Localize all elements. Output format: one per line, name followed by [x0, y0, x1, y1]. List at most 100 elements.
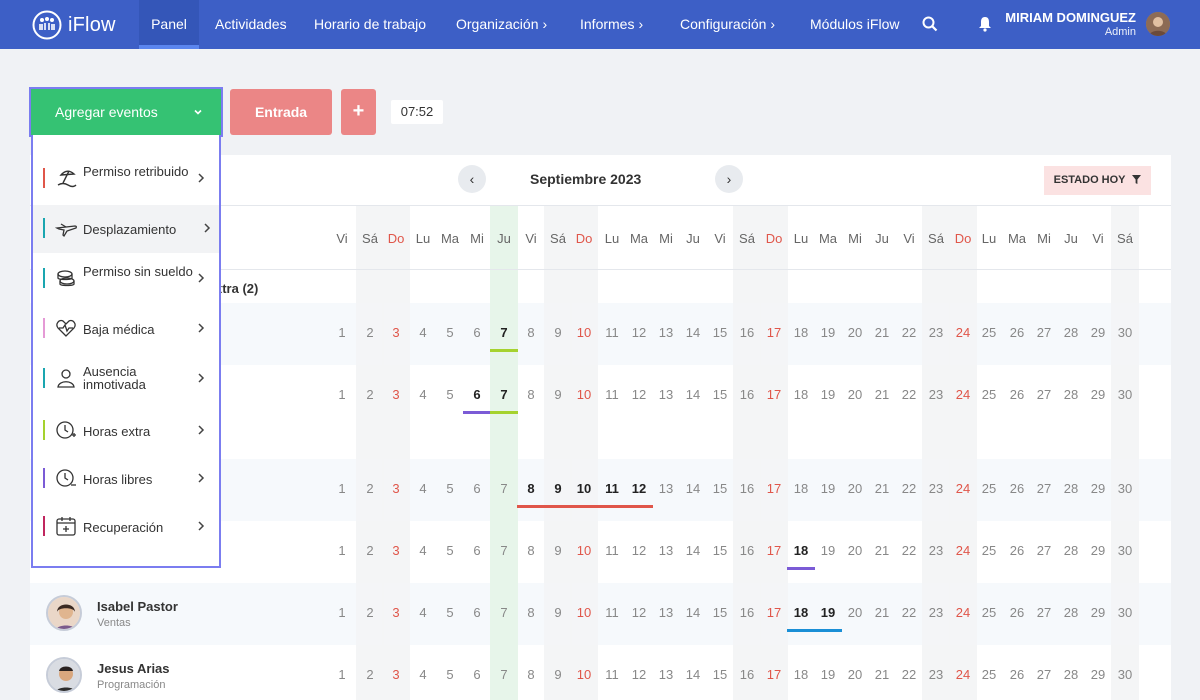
- nav-actividades[interactable]: Actividades: [215, 0, 287, 49]
- day-cell[interactable]: 5: [437, 667, 463, 682]
- plus-button[interactable]: +: [341, 89, 376, 135]
- day-cell[interactable]: 4: [410, 325, 436, 340]
- day-cell[interactable]: 6: [464, 325, 490, 340]
- menu-item-recuperacion[interactable]: Recuperación: [33, 503, 219, 551]
- day-cell[interactable]: 16: [734, 605, 760, 620]
- app-logo[interactable]: iFlow: [32, 10, 116, 40]
- day-cell[interactable]: 11: [599, 543, 625, 558]
- day-cell[interactable]: 8: [518, 605, 544, 620]
- day-cell[interactable]: 25: [976, 481, 1002, 496]
- day-cell[interactable]: 24: [950, 543, 976, 558]
- day-cell[interactable]: 25: [976, 387, 1002, 402]
- day-cell[interactable]: 7: [491, 605, 517, 620]
- day-cell[interactable]: 26: [1004, 387, 1030, 402]
- day-cell[interactable]: 6: [464, 543, 490, 558]
- day-cell[interactable]: 24: [950, 481, 976, 496]
- status-today-button[interactable]: ESTADO HOY: [1044, 166, 1151, 195]
- day-cell[interactable]: 18: [788, 387, 814, 402]
- day-cell[interactable]: 2: [357, 481, 383, 496]
- day-cell[interactable]: 19: [815, 481, 841, 496]
- day-cell[interactable]: 28: [1058, 481, 1084, 496]
- day-cell[interactable]: 20: [842, 667, 868, 682]
- day-cell[interactable]: 18: [788, 481, 814, 496]
- day-cell[interactable]: 27: [1031, 325, 1057, 340]
- day-cell[interactable]: 5: [437, 481, 463, 496]
- day-cell[interactable]: 29: [1085, 325, 1111, 340]
- day-cell[interactable]: 22: [896, 325, 922, 340]
- day-cell[interactable]: 13: [653, 325, 679, 340]
- day-cell[interactable]: 28: [1058, 325, 1084, 340]
- day-cell[interactable]: 11: [599, 325, 625, 340]
- day-cell[interactable]: 22: [896, 481, 922, 496]
- day-cell[interactable]: 6: [464, 387, 490, 402]
- day-cell[interactable]: 17: [761, 605, 787, 620]
- day-cell[interactable]: 30: [1112, 387, 1138, 402]
- nav-modulos-iflow[interactable]: Módulos iFlow: [810, 0, 899, 49]
- day-cell[interactable]: 24: [950, 605, 976, 620]
- day-cell[interactable]: 13: [653, 543, 679, 558]
- day-cell[interactable]: 5: [437, 605, 463, 620]
- day-cell[interactable]: 17: [761, 325, 787, 340]
- day-cell[interactable]: 5: [437, 325, 463, 340]
- person-avatar[interactable]: [46, 657, 82, 693]
- menu-item-desplazamiento[interactable]: Desplazamiento: [33, 205, 219, 253]
- day-cell[interactable]: 18: [788, 543, 814, 558]
- day-cell[interactable]: 30: [1112, 481, 1138, 496]
- day-cell[interactable]: 29: [1085, 387, 1111, 402]
- day-cell[interactable]: 21: [869, 543, 895, 558]
- day-cell[interactable]: 29: [1085, 667, 1111, 682]
- menu-item-horas-libres[interactable]: Horas libres: [33, 455, 219, 503]
- day-cell[interactable]: 6: [464, 605, 490, 620]
- day-cell[interactable]: 4: [410, 543, 436, 558]
- day-cell[interactable]: 4: [410, 481, 436, 496]
- day-cell[interactable]: 28: [1058, 543, 1084, 558]
- day-cell[interactable]: 14: [680, 667, 706, 682]
- day-cell[interactable]: 29: [1085, 605, 1111, 620]
- day-cell[interactable]: 20: [842, 325, 868, 340]
- day-cell[interactable]: 25: [976, 543, 1002, 558]
- day-cell[interactable]: 28: [1058, 667, 1084, 682]
- day-cell[interactable]: 12: [626, 605, 652, 620]
- day-cell[interactable]: 14: [680, 605, 706, 620]
- day-cell[interactable]: 8: [518, 387, 544, 402]
- day-cell[interactable]: 17: [761, 667, 787, 682]
- day-cell[interactable]: 18: [788, 325, 814, 340]
- nav-horario-de-trabajo[interactable]: Horario de trabajo: [314, 0, 426, 49]
- day-cell[interactable]: 14: [680, 543, 706, 558]
- day-cell[interactable]: 1: [329, 667, 355, 682]
- day-cell[interactable]: 27: [1031, 543, 1057, 558]
- day-cell[interactable]: 12: [626, 387, 652, 402]
- day-cell[interactable]: 11: [599, 387, 625, 402]
- day-cell[interactable]: 21: [869, 481, 895, 496]
- nav-panel[interactable]: Panel: [139, 0, 199, 49]
- day-cell[interactable]: 13: [653, 667, 679, 682]
- day-cell[interactable]: 1: [329, 481, 355, 496]
- next-month-button[interactable]: ›: [715, 165, 743, 193]
- day-cell[interactable]: 20: [842, 543, 868, 558]
- day-cell[interactable]: 24: [950, 667, 976, 682]
- day-cell[interactable]: 16: [734, 481, 760, 496]
- menu-item-baja-medica[interactable]: Baja médica: [33, 305, 219, 353]
- day-cell[interactable]: 23: [923, 387, 949, 402]
- day-cell[interactable]: 30: [1112, 543, 1138, 558]
- add-events-button[interactable]: Agregar eventos: [31, 89, 221, 135]
- day-cell[interactable]: 8: [518, 481, 544, 496]
- day-cell[interactable]: 19: [815, 387, 841, 402]
- nav-informes[interactable]: Informes ›: [580, 0, 643, 49]
- day-cell[interactable]: 22: [896, 605, 922, 620]
- day-cell[interactable]: 17: [761, 481, 787, 496]
- day-cell[interactable]: 4: [410, 605, 436, 620]
- day-cell[interactable]: 10: [571, 325, 597, 340]
- day-cell[interactable]: 29: [1085, 481, 1111, 496]
- nav-configuracion[interactable]: Configuración ›: [680, 0, 775, 49]
- day-cell[interactable]: 17: [761, 543, 787, 558]
- day-cell[interactable]: 22: [896, 667, 922, 682]
- person-name[interactable]: Jesus Arias: [97, 661, 170, 676]
- day-cell[interactable]: 3: [383, 387, 409, 402]
- day-cell[interactable]: 15: [707, 605, 733, 620]
- day-cell[interactable]: 25: [976, 605, 1002, 620]
- day-cell[interactable]: 11: [599, 667, 625, 682]
- day-cell[interactable]: 9: [545, 325, 571, 340]
- day-cell[interactable]: 26: [1004, 605, 1030, 620]
- day-cell[interactable]: 23: [923, 543, 949, 558]
